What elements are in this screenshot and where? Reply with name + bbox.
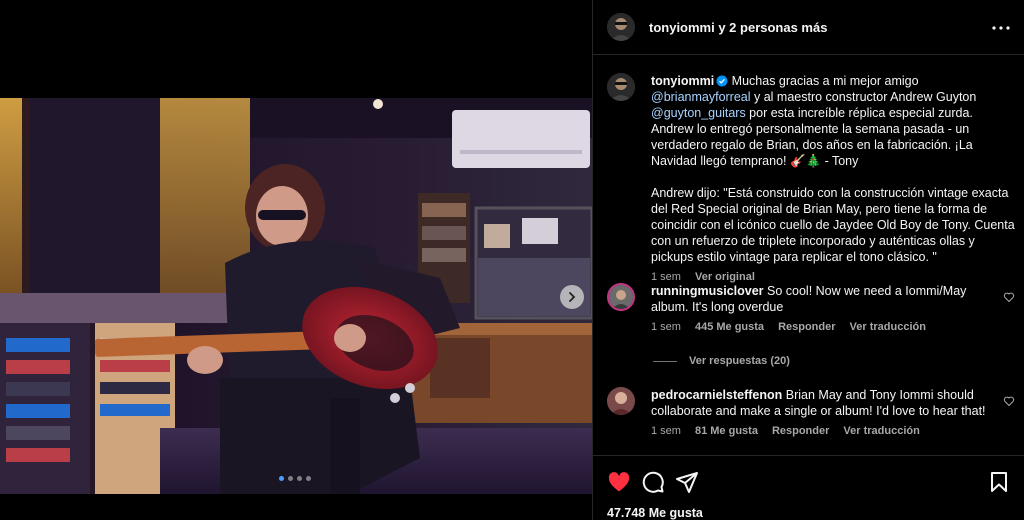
post-info-pane: tonyiommi y 2 personas más tonyiommi Muc bbox=[592, 0, 1024, 520]
comment-time[interactable]: 1 sem bbox=[651, 321, 681, 333]
comment-text: pedrocarnielsteffenon Brian May and Tony… bbox=[651, 387, 1001, 419]
comment-text: runningmusiclover So cool! Now we need a… bbox=[651, 283, 1001, 315]
verified-badge-icon bbox=[716, 75, 728, 87]
caption-time[interactable]: 1 sem bbox=[651, 271, 681, 283]
post-caption: tonyiommi Muchas gracias a mi mejor amig… bbox=[607, 73, 1017, 283]
see-original-link[interactable]: Ver original bbox=[695, 271, 755, 283]
avatar-image bbox=[607, 73, 635, 101]
caption-meta: 1 sem Ver original bbox=[651, 271, 1015, 283]
see-translation-link[interactable]: Ver traducción bbox=[843, 425, 919, 437]
post-media-pane bbox=[0, 0, 592, 520]
heart-icon[interactable] bbox=[1003, 395, 1015, 407]
comment-time[interactable]: 1 sem bbox=[651, 425, 681, 437]
carousel-indicator bbox=[279, 476, 311, 481]
comments-list[interactable]: tonyiommi Muchas gracias a mi mejor amig… bbox=[593, 55, 1024, 455]
post-header: tonyiommi y 2 personas más bbox=[593, 0, 1024, 55]
caption-text-part: Muchas gracias a mi mejor amigo bbox=[728, 74, 919, 88]
comment-likes[interactable]: 81 Me gusta bbox=[695, 425, 758, 437]
avatar-image bbox=[609, 285, 633, 309]
view-replies-label: Ver respuestas (20) bbox=[689, 355, 790, 367]
heart-icon[interactable] bbox=[607, 470, 631, 494]
caption-quote-text: Andrew dijo: "Está construido con la con… bbox=[651, 186, 1015, 264]
commenter-avatar[interactable] bbox=[607, 283, 635, 311]
caption-username[interactable]: tonyiommi bbox=[651, 74, 714, 88]
post-photo[interactable] bbox=[0, 98, 592, 494]
studio-photo-illustration bbox=[0, 98, 592, 494]
comment-username[interactable]: pedrocarnielsteffenon bbox=[651, 388, 782, 402]
replies-divider bbox=[653, 360, 677, 362]
post-header-title[interactable]: tonyiommi y 2 personas más bbox=[649, 20, 827, 35]
more-options-icon bbox=[992, 26, 1010, 30]
carousel-dot bbox=[306, 476, 311, 481]
view-replies-link[interactable]: Ver respuestas (20) bbox=[653, 355, 790, 367]
carousel-dot bbox=[288, 476, 293, 481]
caption-text-part: y al maestro constructor Andrew Guyton bbox=[750, 90, 977, 104]
share-icon[interactable] bbox=[675, 470, 699, 494]
chevron-right-icon bbox=[569, 292, 576, 302]
comment-likes[interactable]: 445 Me gusta bbox=[695, 321, 764, 333]
commenter-avatar[interactable] bbox=[607, 387, 635, 415]
comment-item: pedrocarnielsteffenon Brian May and Tony… bbox=[607, 387, 1017, 437]
carousel-next-button[interactable] bbox=[560, 285, 584, 309]
mention-link[interactable]: @guyton_guitars bbox=[651, 106, 746, 120]
avatar-image bbox=[607, 13, 635, 41]
carousel-dot bbox=[297, 476, 302, 481]
caption-text: tonyiommi Muchas gracias a mi mejor amig… bbox=[651, 73, 1015, 169]
comment-icon[interactable] bbox=[641, 470, 665, 494]
comment-meta: 1 sem 445 Me gusta Responder Ver traducc… bbox=[651, 321, 1001, 333]
heart-icon[interactable] bbox=[1003, 291, 1015, 303]
comment-meta: 1 sem 81 Me gusta Responder Ver traducci… bbox=[651, 425, 1001, 437]
mention-link[interactable]: @brianmayforreal bbox=[651, 90, 751, 104]
comment-username[interactable]: runningmusiclover bbox=[651, 284, 764, 298]
more-options-button[interactable] bbox=[991, 18, 1011, 38]
carousel-dot bbox=[279, 476, 284, 481]
likes-count[interactable]: 47.748 Me gusta bbox=[607, 506, 703, 520]
avatar-image bbox=[607, 387, 635, 415]
comment-item: runningmusiclover So cool! Now we need a… bbox=[607, 283, 1017, 333]
reply-button[interactable]: Responder bbox=[772, 425, 829, 437]
bookmark-icon[interactable] bbox=[987, 470, 1011, 494]
caption-author-avatar[interactable] bbox=[607, 73, 635, 101]
author-avatar[interactable] bbox=[607, 13, 635, 41]
post-actions: 47.748 Me gusta bbox=[593, 455, 1024, 520]
reply-button[interactable]: Responder bbox=[778, 321, 835, 333]
see-translation-link[interactable]: Ver traducción bbox=[850, 321, 926, 333]
